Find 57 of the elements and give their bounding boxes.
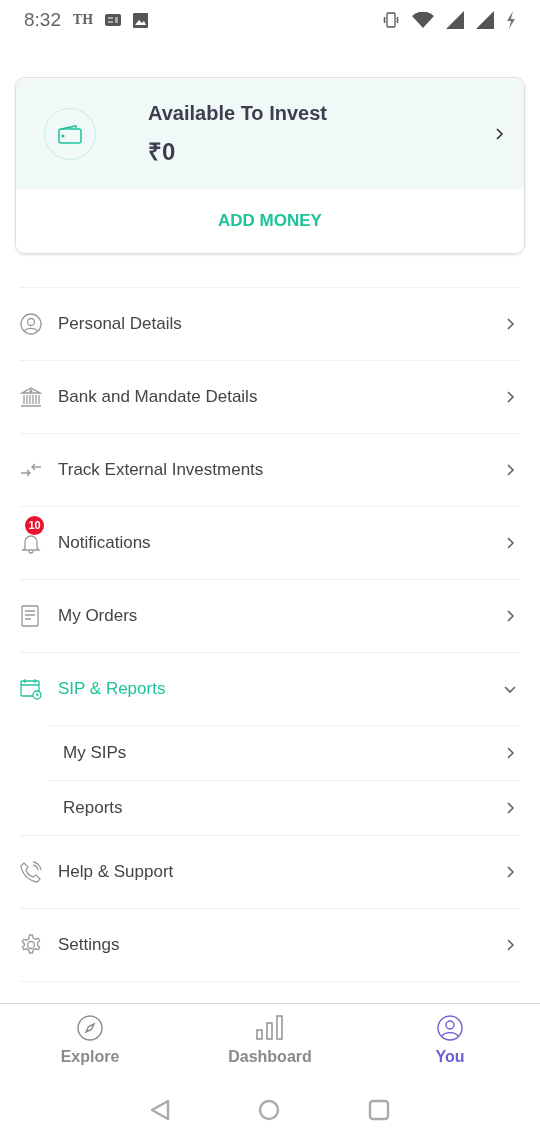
compass-icon (77, 1015, 103, 1041)
chevron-right-icon (505, 746, 515, 760)
balance-amount: ₹0 (148, 136, 177, 167)
chevron-right-icon (505, 536, 515, 550)
news-icon (105, 14, 122, 26)
menu-item[interactable]: Settings (20, 908, 520, 981)
signal-icon (476, 11, 494, 29)
calendar-icon (20, 678, 42, 700)
arrows-icon (20, 463, 42, 477)
chevron-right-icon (505, 609, 515, 623)
person-icon (20, 313, 42, 335)
chevron-right-icon (505, 390, 515, 404)
vibrate-icon (382, 11, 400, 29)
image-icon (133, 12, 149, 28)
menu-item[interactable]: My Orders (20, 579, 520, 652)
bank-icon (20, 386, 42, 408)
carrier-label: TH (73, 12, 94, 29)
home-icon[interactable] (258, 1099, 280, 1121)
menu-item[interactable]: Bank and Mandate Details (20, 360, 520, 433)
bell-icon (20, 532, 42, 554)
menu-label: Bank and Mandate Details (58, 386, 259, 409)
menu-label: SIP & Reports (58, 678, 167, 701)
phone-icon (20, 861, 42, 883)
submenu-item[interactable]: My SIPs (48, 725, 520, 780)
chevron-right-icon (505, 801, 515, 815)
submenu-item[interactable]: Reports (48, 780, 520, 835)
menu-item[interactable]: Personal Details (20, 287, 520, 360)
receipt-icon (20, 605, 40, 627)
menu-item[interactable]: Help & Support (20, 835, 520, 908)
chevron-right-icon (505, 463, 515, 477)
submenu-label: My SIPs (62, 742, 128, 765)
gear-icon (20, 934, 42, 956)
chevron-right-icon (495, 126, 504, 141)
balance-title: Available To Invest (148, 100, 328, 126)
charging-icon (506, 11, 516, 29)
clock: 8:32 (24, 7, 61, 32)
menu-label: Track External Investments (58, 459, 265, 482)
bar-chart-icon (255, 1015, 285, 1041)
menu-label: Help & Support (58, 861, 175, 884)
wifi-icon (412, 12, 434, 28)
menu-item[interactable]: Track External Investments (20, 433, 520, 506)
notification-badge: 10 (25, 516, 44, 535)
signal-icon (446, 11, 464, 29)
chevron-right-icon (505, 865, 515, 879)
person-icon (437, 1015, 463, 1041)
menu-label: Personal Details (58, 313, 183, 336)
chevron-down-icon (503, 684, 517, 694)
menu-label: Notifications (58, 532, 152, 555)
chevron-right-icon (505, 938, 515, 952)
back-icon[interactable] (150, 1099, 170, 1121)
recents-icon[interactable] (368, 1099, 390, 1121)
nav-tab[interactable]: You (360, 1004, 540, 1080)
menu-label: My Orders (58, 605, 139, 628)
chevron-right-icon (505, 317, 515, 331)
menu-item[interactable]: 10 Notifications (20, 506, 520, 579)
menu-label: Settings (58, 934, 121, 957)
submenu-label: Reports (62, 797, 124, 820)
